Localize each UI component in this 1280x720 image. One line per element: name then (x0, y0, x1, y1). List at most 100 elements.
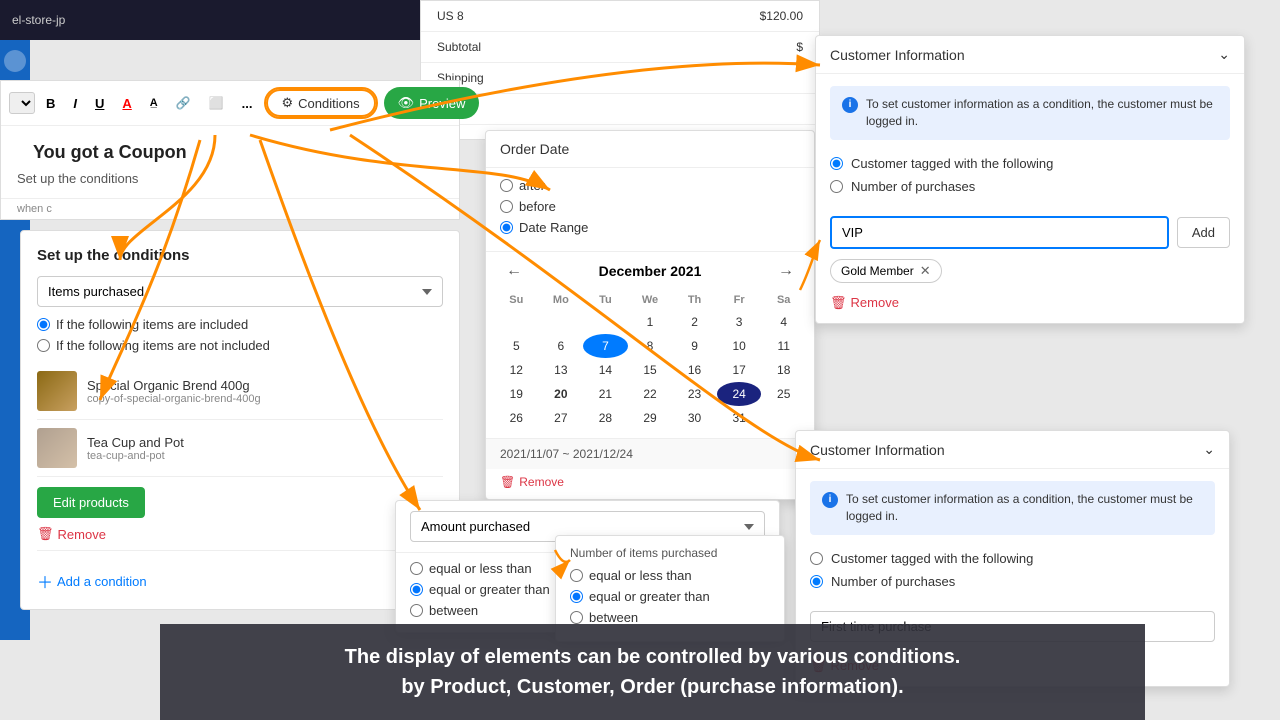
cal-cell-7[interactable]: 7 (583, 334, 628, 358)
items-between-option[interactable]: between (570, 610, 770, 625)
date-options: after before Date Range (486, 168, 814, 251)
customer-info-top-remove[interactable]: 🗑 Remove (816, 289, 1244, 323)
cal-cell-23[interactable]: 23 (672, 382, 717, 406)
cal-cell-5[interactable]: 5 (494, 334, 539, 358)
cal-prev-button[interactable]: ← (500, 260, 528, 282)
heading-select[interactable] (9, 92, 35, 114)
num-purchases-radio[interactable] (830, 180, 843, 193)
cal-day-mo: Mo (539, 290, 584, 310)
amount-between-radio[interactable] (410, 604, 423, 617)
cal-cell-15[interactable]: 15 (628, 358, 673, 382)
amount-less-radio[interactable] (410, 562, 423, 575)
product-2-thumb (37, 428, 77, 468)
num-purchases-option[interactable]: Number of purchases (830, 179, 1230, 194)
customer-tagged-radio[interactable] (830, 157, 843, 170)
vip-input-field[interactable] (830, 216, 1169, 249)
customer-tagged-radio-2[interactable] (810, 552, 823, 565)
color-button[interactable]: A (115, 92, 138, 115)
cal-day-we: We (628, 290, 673, 310)
items-greater-option[interactable]: equal or greater than (570, 589, 770, 604)
cal-week-2: 5 6 7 8 9 10 11 (494, 334, 806, 358)
items-less-option[interactable]: equal or less than (570, 568, 770, 583)
cal-cell-8[interactable]: 8 (628, 334, 673, 358)
date-before-radio[interactable] (500, 200, 513, 213)
underline-button[interactable]: U (88, 92, 111, 115)
cal-cell-14[interactable]: 14 (583, 358, 628, 382)
cal-cell-22[interactable]: 22 (628, 382, 673, 406)
num-purchases-label-2: Number of purchases (831, 574, 955, 589)
amount-greater-radio[interactable] (410, 583, 423, 596)
customer-tagged-option[interactable]: Customer tagged with the following (830, 156, 1230, 171)
cal-cell-20[interactable]: 20 (539, 382, 584, 406)
cal-cell-13[interactable]: 13 (539, 358, 584, 382)
items-count-title: Number of items purchased (570, 546, 770, 560)
num-purchases-radio-2[interactable] (810, 575, 823, 588)
cal-cell-4[interactable]: 4 (761, 310, 806, 334)
date-before-label: before (519, 199, 556, 214)
cal-cell-28[interactable]: 28 (583, 406, 628, 430)
customer-tagged-option-2[interactable]: Customer tagged with the following (810, 551, 1215, 566)
cal-cell-9[interactable]: 9 (672, 334, 717, 358)
cal-cell-empty-3[interactable] (583, 310, 628, 334)
date-range-option[interactable]: Date Range (500, 220, 800, 235)
cal-cell-2[interactable]: 2 (672, 310, 717, 334)
radio-not-included-label: If the following items are not included (56, 338, 270, 353)
link-button[interactable]: 🔗 (169, 92, 198, 114)
remove-date-link[interactable]: 🗑 Remove (486, 469, 814, 499)
italic-button[interactable]: I (66, 92, 84, 115)
bold-button[interactable]: B (39, 92, 62, 115)
image-button[interactable]: ⬜ (202, 92, 231, 114)
cal-cell-19[interactable]: 19 (494, 382, 539, 406)
cal-cell-17[interactable]: 17 (717, 358, 762, 382)
date-after-option[interactable]: after (500, 178, 800, 193)
cal-next-button[interactable]: → (772, 260, 800, 282)
preview-label: Preview (419, 96, 465, 111)
edit-products-button[interactable]: Edit products (37, 487, 145, 518)
cal-cell-empty-2[interactable] (539, 310, 584, 334)
cal-cell-16[interactable]: 16 (672, 358, 717, 382)
conditions-button[interactable]: ⚙ Conditions (266, 89, 376, 117)
radio-not-included-input[interactable] (37, 339, 50, 352)
customer-info-bottom-header[interactable]: Customer Information ⌄ (796, 431, 1229, 469)
cal-cell-31[interactable]: 31 (717, 406, 762, 430)
cal-cell-27[interactable]: 27 (539, 406, 584, 430)
radio-included-label: If the following items are included (56, 317, 248, 332)
cal-cell-29[interactable]: 29 (628, 406, 673, 430)
cal-cell-12[interactable]: 12 (494, 358, 539, 382)
items-between-radio[interactable] (570, 611, 583, 624)
trash-icon-3: 🗑 (830, 295, 847, 311)
cal-cell-24[interactable]: 24 (717, 382, 762, 406)
more-button[interactable]: ... (235, 92, 260, 115)
date-range-radio[interactable] (500, 221, 513, 234)
radio-included[interactable]: If the following items are included (37, 317, 443, 332)
coupon-editor-panel: B I U A A̲ 🔗 ⬜ ... ⚙ Conditions 👁 Previe… (0, 80, 460, 220)
cal-cell-26[interactable]: 26 (494, 406, 539, 430)
cal-cell-3[interactable]: 3 (717, 310, 762, 334)
date-before-option[interactable]: before (500, 199, 800, 214)
cal-cell-empty-4[interactable] (761, 406, 806, 430)
add-condition-link[interactable]: ＋ Add a condition (37, 569, 443, 593)
preview-button[interactable]: 👁 Preview (384, 87, 480, 119)
highlight-button[interactable]: A̲ (143, 93, 165, 113)
cal-cell-18[interactable]: 18 (761, 358, 806, 382)
radio-not-included[interactable]: If the following items are not included (37, 338, 443, 353)
tag-close-icon[interactable]: ✕ (920, 263, 931, 279)
cal-cell-21[interactable]: 21 (583, 382, 628, 406)
cal-cell-11[interactable]: 11 (761, 334, 806, 358)
customer-info-top-header[interactable]: Customer Information ⌄ (816, 36, 1244, 74)
cal-cell-25[interactable]: 25 (761, 382, 806, 406)
items-dropdown[interactable]: Items purchased (37, 276, 443, 307)
num-purchases-option-2[interactable]: Number of purchases (810, 574, 1215, 589)
items-less-radio[interactable] (570, 569, 583, 582)
cal-cell-10[interactable]: 10 (717, 334, 762, 358)
add-tag-button[interactable]: Add (1177, 217, 1230, 248)
cal-cell-empty-1[interactable] (494, 310, 539, 334)
cal-cell-1[interactable]: 1 (628, 310, 673, 334)
date-after-radio[interactable] (500, 179, 513, 192)
items-greater-radio[interactable] (570, 590, 583, 603)
cal-cell-6[interactable]: 6 (539, 334, 584, 358)
remove-condition-link[interactable]: 🗑 Remove (37, 526, 443, 542)
cal-cell-30[interactable]: 30 (672, 406, 717, 430)
radio-included-input[interactable] (37, 318, 50, 331)
coupon-body: Set up the conditions (1, 171, 459, 198)
